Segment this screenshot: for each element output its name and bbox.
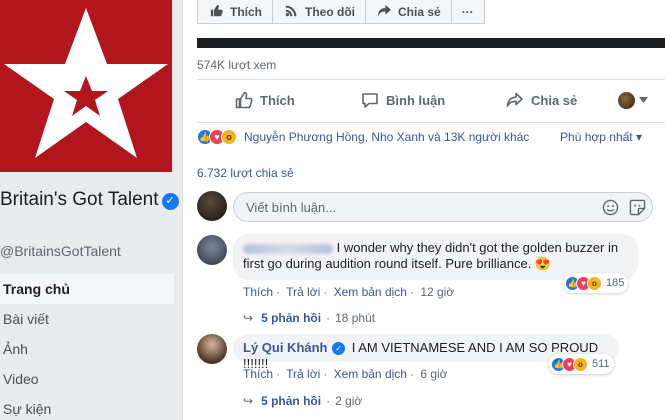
comment-composer: Viết bình luận... [197,188,665,228]
post-card: Thích Theo dõi Chia sẻ ··· 574K lượt xem… [182,0,665,420]
avatar[interactable] [197,334,227,364]
sort-comments-dropdown[interactable]: Phù hợp nhất ▾ [560,130,642,144]
emoji-icon[interactable] [602,199,619,216]
thumbs-up-icon [235,91,253,109]
verified-badge-icon: ✓ [332,342,346,355]
wow-reaction-icon: o [573,356,588,372]
nav-item-videos[interactable]: Video [0,364,174,394]
page-nav: Trang chủ Bài viết Ảnh Video Sự kiện [0,274,174,420]
page-like-label: Thích [230,4,262,19]
like-button[interactable]: Thích [235,80,295,120]
page-sidebar: Britain's Got Talent ✓ @BritainsGotTalent… [0,0,182,420]
sticker-icon[interactable] [629,199,646,216]
replies-time: 2 giờ [335,394,363,408]
comment-time[interactable]: 6 giờ [420,367,447,381]
page-profile-picture[interactable] [0,0,172,172]
more-icon: ··· [461,4,474,19]
reaction-count: 185 [606,277,625,289]
like-button-label: Thích [260,92,295,108]
share-count[interactable]: 6.732 lượt chia sẻ [197,166,294,180]
view-replies-link[interactable]: ↪ 5 phản hồi · 2 giờ [243,394,362,408]
comment-like-link[interactable]: Thích [243,367,273,381]
comment-like-link[interactable]: Thích [243,285,273,299]
reactors-text[interactable]: Nguyễn Phương Hồng, Nho Xanh và 13K ngườ… [244,130,529,144]
page-like-button[interactable]: Thích [197,0,273,24]
redacted-author-name [243,243,333,254]
chevron-down-icon [639,97,648,103]
comment-translate-link[interactable]: Xem bản dịch [334,285,407,299]
post-as-selector[interactable] [618,80,655,120]
share-icon [376,4,392,20]
comment-reply-link[interactable]: Trả lời [286,367,320,381]
nav-item-posts[interactable]: Bài viết [0,304,174,334]
page-action-bar: Thích Theo dõi Chia sẻ ··· [197,0,485,24]
comment-meta: Thích · Trả lời · Xem bản dịch · 6 giờ [243,367,448,381]
comment-reactions[interactable]: 👍 ♥ o 511 [549,354,614,374]
view-count: 574K lượt xem [197,58,277,72]
rss-icon [283,4,299,20]
comment-button[interactable]: Bình luận [361,80,445,120]
comment-translate-link[interactable]: Xem bản dịch [334,367,407,381]
comment-input-placeholder: Viết bình luận... [246,200,337,215]
comment-time[interactable]: 12 giờ [420,285,454,299]
replies-count: 5 phản hồi [261,311,322,325]
view-replies-link[interactable]: ↪ 5 phản hồi · 18 phút [243,311,375,325]
wow-reaction-icon: o [587,275,602,291]
page-follow-label: Theo dõi [305,4,355,19]
page-name[interactable]: Britain's Got Talent ✓ [0,186,182,214]
page-name-text[interactable]: Britain's Got Talent [0,189,159,210]
nav-item-events[interactable]: Sự kiện [0,394,174,420]
avatar [197,191,227,221]
reaction-count: 511 [592,358,610,370]
reply-arrow-icon: ↪ [243,394,254,408]
like-icon [208,4,224,20]
page-follow-button[interactable]: Theo dõi [273,0,366,24]
nav-item-home[interactable]: Trang chủ [0,274,174,304]
avatar [618,91,635,109]
reply-arrow-icon: ↪ [243,311,254,325]
nav-item-photos[interactable]: Ảnh [0,334,174,364]
page-share-label: Chia sẻ [398,4,441,19]
share-arrow-icon [506,92,523,107]
verified-badge-icon: ✓ [161,193,179,210]
video-player[interactable] [197,38,665,48]
more-options-button[interactable]: ··· [451,0,485,24]
page-share-button[interactable]: Chia sẻ [366,0,452,24]
share-button-label: Chia sẻ [531,92,578,108]
avatar[interactable] [197,235,227,265]
comment-input[interactable]: Viết bình luận... [233,192,653,222]
comment-icon [362,93,378,108]
divider [197,122,665,123]
wow-reaction-icon: o [221,129,237,145]
reactions-summary[interactable]: 👍 ♥ o Nguyễn Phương Hồng, Nho Xanh và 13… [197,126,665,148]
comment-button-label: Bình luận [386,92,446,108]
comment-meta: Thích · Trả lời · Xem bản dịch · 12 giờ [243,285,455,299]
page-handle: @BritainsGotTalent [0,243,121,259]
comment-reply-link[interactable]: Trả lời [286,285,320,299]
replies-count: 5 phản hồi [261,394,322,408]
share-button[interactable]: Chia sẻ [506,80,577,120]
comment-author[interactable]: Lý Qui Khánh [243,340,328,355]
post-actions: Thích Bình luận Chia sẻ [197,80,665,120]
star-logo [4,8,168,158]
comment-reactions[interactable]: 👍 ♥ o 185 [563,273,629,293]
replies-time: 18 phút [335,311,376,325]
